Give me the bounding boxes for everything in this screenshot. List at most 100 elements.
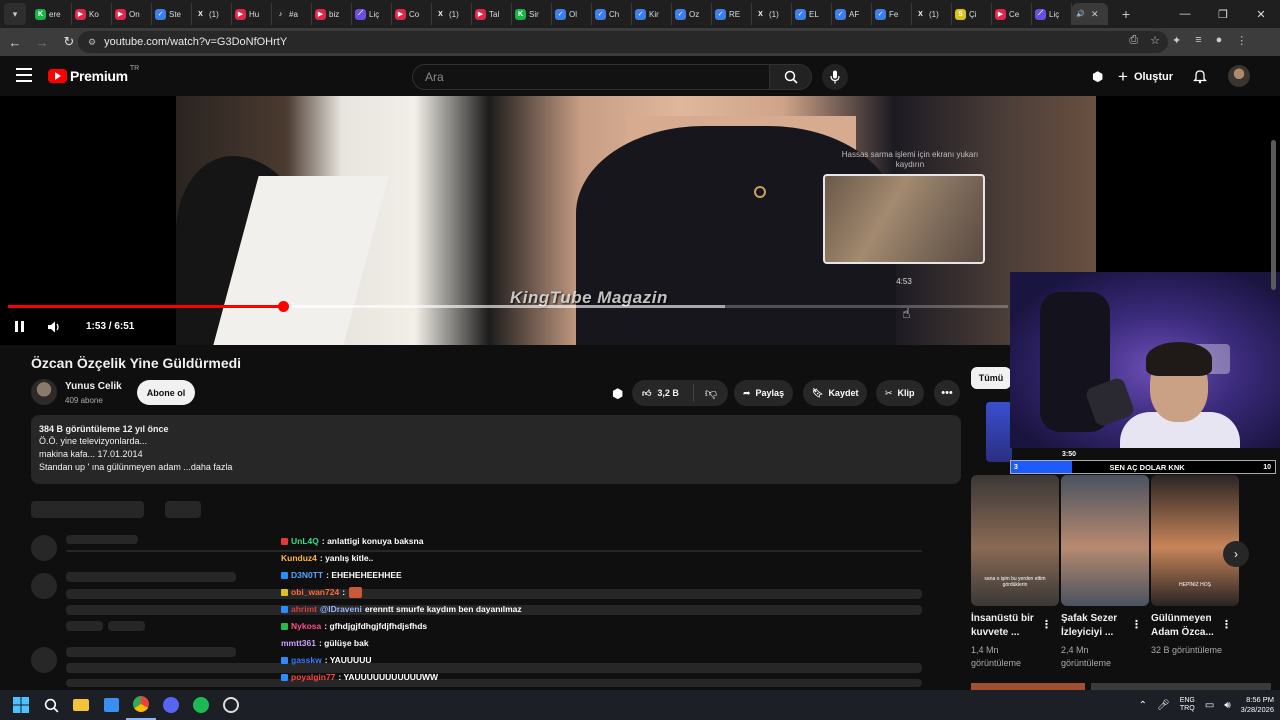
short-menu-icon[interactable]: ⋮ xyxy=(1221,618,1232,631)
save-button[interactable]: 🔖︎ Kaydet xyxy=(803,380,868,406)
subscribe-button[interactable]: Abone ol xyxy=(137,380,195,405)
browser-tab[interactable]: ▶ Tal xyxy=(472,3,512,25)
poll-right-count: 10 xyxy=(1263,463,1271,471)
install-app-icon[interactable]: ⎙ xyxy=(1129,34,1138,47)
microphone-tray-icon[interactable]: 🎤︎ xyxy=(1157,700,1170,711)
browser-tab[interactable]: ✓ RE xyxy=(712,3,752,25)
obs-icon[interactable] xyxy=(216,690,246,720)
file-explorer-icon[interactable] xyxy=(66,690,96,720)
bookmark-star-icon[interactable]: ☆ xyxy=(1150,34,1160,47)
close-window-button[interactable]: ✕ xyxy=(1242,0,1280,28)
recommended-thumbnail[interactable] xyxy=(986,402,1012,462)
shorts-next-button[interactable]: › xyxy=(1223,541,1249,567)
profile-icon[interactable]: ● xyxy=(1216,34,1223,47)
browser-tab[interactable]: ▶ biz xyxy=(312,3,352,25)
create-button[interactable]: + Oluştur xyxy=(1118,67,1173,87)
browser-tab[interactable]: ⟋ Liç xyxy=(1032,3,1072,25)
browser-tab[interactable]: ▶ On xyxy=(112,3,152,25)
new-tab-button[interactable]: + xyxy=(1116,6,1136,22)
site-info-icon[interactable]: ⚙ xyxy=(88,37,96,48)
short-thumbnail[interactable]: HEPİNİZ HOŞ xyxy=(1151,475,1239,606)
chat-message: mmtt361: gülüşe bak xyxy=(281,635,921,652)
progress-scrubber[interactable] xyxy=(278,301,289,312)
next-recommendation-peek[interactable] xyxy=(971,683,1271,690)
browser-tab[interactable]: S Çi xyxy=(952,3,992,25)
close-tab-icon[interactable]: ✕ xyxy=(1091,9,1099,20)
active-tab[interactable]: 🔊 ✕ xyxy=(1072,3,1108,25)
channel-avatar[interactable] xyxy=(31,379,57,405)
discord-icon[interactable] xyxy=(156,690,186,720)
browser-tab[interactable]: X (1) xyxy=(432,3,472,25)
notifications-bell-icon[interactable] xyxy=(1192,68,1208,84)
short-title[interactable]: Şafak Sezer İzleyiciyi ... xyxy=(1061,612,1133,640)
media-control-icon[interactable]: ≡ xyxy=(1195,34,1201,47)
system-clock[interactable]: 8:56 PM 3/28/2026 xyxy=(1241,695,1274,715)
cast-icon[interactable]: ⬢ xyxy=(1092,69,1103,85)
page-scrollbar[interactable] xyxy=(1271,140,1276,290)
browser-tab[interactable]: ✓ Kir xyxy=(632,3,672,25)
tab-search-button[interactable]: ▾ xyxy=(4,3,26,25)
like-button[interactable]: 👍︎ 3,2 B xyxy=(632,384,694,402)
chevron-up-icon[interactable]: ⌃ xyxy=(1139,700,1147,711)
browser-tab[interactable]: ✓ EL xyxy=(792,3,832,25)
network-icon[interactable]: ▭ xyxy=(1205,700,1214,711)
store-icon[interactable] xyxy=(96,690,126,720)
chrome-menu-icon[interactable]: ⋮ xyxy=(1236,34,1247,47)
short-title[interactable]: Gülünmeyen Adam Özca... xyxy=(1151,612,1223,640)
dislike-button[interactable]: 👎︎ xyxy=(694,386,728,401)
browser-tab[interactable]: ✓ Ch xyxy=(592,3,632,25)
browser-tab[interactable]: Kere xyxy=(32,3,72,25)
browser-tab[interactable]: ▶ Ko xyxy=(72,3,112,25)
browser-tab[interactable]: X (1) xyxy=(192,3,232,25)
remix-icon[interactable]: ⬢ xyxy=(612,386,623,402)
chat-text: : anlattigi konuya baksna xyxy=(321,536,424,546)
spotify-icon[interactable] xyxy=(186,690,216,720)
browser-tab[interactable]: ✓ Fe xyxy=(872,3,912,25)
share-button[interactable]: ➦ Paylaş xyxy=(734,380,794,406)
menu-icon[interactable] xyxy=(16,68,32,82)
browser-tab[interactable]: K Sir xyxy=(512,3,552,25)
browser-tab[interactable]: ♪ #a xyxy=(272,3,312,25)
voice-search-button[interactable] xyxy=(822,64,848,90)
pause-button[interactable] xyxy=(15,321,24,332)
windows-start-icon[interactable] xyxy=(6,690,36,720)
speaker-tray-icon[interactable]: 🔊︎ xyxy=(1224,700,1230,711)
search-button[interactable] xyxy=(770,64,812,90)
account-avatar[interactable] xyxy=(1228,65,1250,87)
description-box[interactable]: 384 B görüntüleme 12 yıl önce Ö.Ö. yine … xyxy=(31,415,961,484)
browser-tab[interactable]: ✓ Oz xyxy=(672,3,712,25)
forward-button[interactable]: → xyxy=(30,30,54,54)
taskbar-search-icon[interactable] xyxy=(36,690,66,720)
youtube-logo[interactable]: Premium TR xyxy=(48,65,139,84)
browser-tab[interactable]: ✓ Ste xyxy=(152,3,192,25)
short-menu-icon[interactable]: ⋮ xyxy=(1041,618,1052,631)
browser-tab[interactable]: ✓ Ol xyxy=(552,3,592,25)
back-button[interactable]: ← xyxy=(3,30,27,54)
minimize-button[interactable]: — xyxy=(1166,0,1204,28)
browser-tab[interactable]: ⟋ Liç xyxy=(352,3,392,25)
short-thumbnail[interactable] xyxy=(1061,475,1149,606)
search-input[interactable]: Ara xyxy=(412,64,770,90)
short-menu-icon[interactable]: ⋮ xyxy=(1131,618,1142,631)
browser-tab[interactable]: X (1) xyxy=(912,3,952,25)
browser-tab[interactable]: ▶ Ce xyxy=(992,3,1032,25)
poll-title: SEN AÇ DOLAR KNK xyxy=(1109,462,1185,472)
filter-chip-all[interactable]: Tümü xyxy=(971,367,1011,389)
channel-name[interactable]: Yunus Celik xyxy=(65,381,122,392)
browser-tab[interactable]: ▶ Hu xyxy=(232,3,272,25)
more-actions-button[interactable]: ••• xyxy=(934,380,960,406)
language-indicator[interactable]: ENG TRQ xyxy=(1180,697,1195,713)
chrome-icon[interactable] xyxy=(126,690,156,720)
restore-button[interactable]: ❐ xyxy=(1204,0,1242,28)
chat-username: mmtt361 xyxy=(281,638,316,648)
clip-button[interactable]: ✂ Klip xyxy=(876,380,924,406)
browser-tab[interactable]: ✓ AF xyxy=(832,3,872,25)
extensions-icon[interactable]: ✦ xyxy=(1172,34,1181,47)
short-title[interactable]: İnsanüstü bir kuvvete ... xyxy=(971,612,1043,640)
browser-tab[interactable]: X (1) xyxy=(752,3,792,25)
short-thumbnail[interactable]: sana o işim bu yerden ettim gördüklerin xyxy=(971,475,1059,606)
volume-icon[interactable] xyxy=(48,321,62,333)
browser-tab[interactable]: ▶ Co xyxy=(392,3,432,25)
chat-message: gasskw: YAUUUUU xyxy=(281,652,921,669)
address-bar[interactable]: ⚙ youtube.com/watch?v=G3DoNfOHrtY ⎙ ☆ xyxy=(78,31,1168,53)
